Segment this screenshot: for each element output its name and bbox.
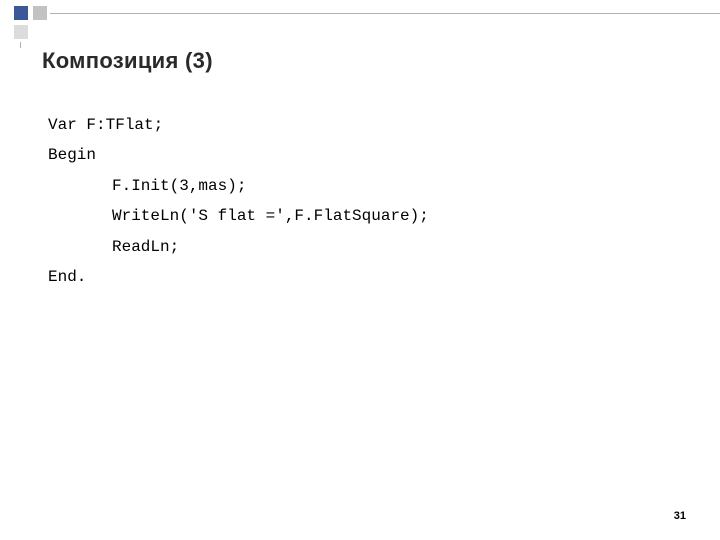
- code-line-3: F.Init(3,mas);: [48, 171, 429, 201]
- code-line-6: End.: [48, 262, 429, 292]
- slide-title: Композиция (3): [42, 48, 213, 74]
- deco-square-blue: [14, 6, 28, 20]
- deco-line-horizontal: [50, 13, 720, 14]
- page-number: 31: [674, 510, 686, 522]
- code-block: Var F:TFlat; Begin F.Init(3,mas); WriteL…: [48, 110, 429, 292]
- code-line-1: Var F:TFlat;: [48, 110, 429, 140]
- slide-decoration: [0, 0, 720, 40]
- code-line-2: Begin: [48, 140, 429, 170]
- deco-square-gray-1: [33, 6, 47, 20]
- deco-square-gray-2: [14, 25, 28, 39]
- code-line-5: ReadLn;: [48, 232, 429, 262]
- code-line-4: WriteLn('S flat =',F.FlatSquare);: [48, 201, 429, 231]
- deco-line-vertical: [20, 42, 21, 48]
